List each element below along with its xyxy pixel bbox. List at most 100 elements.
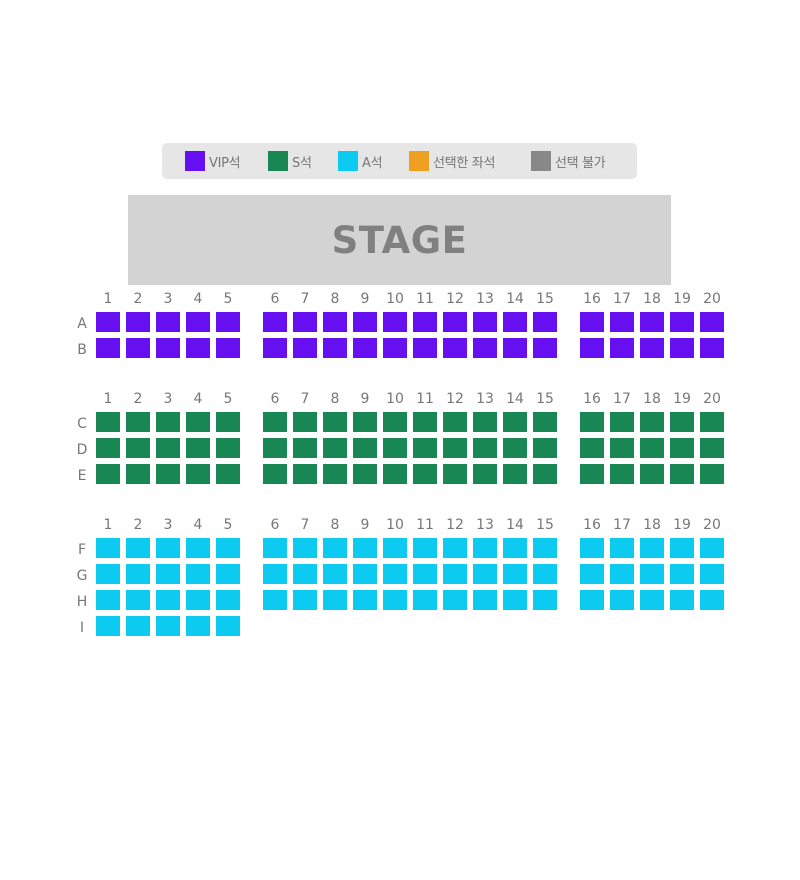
seat-e-10[interactable] bbox=[383, 464, 407, 484]
seat-i-5[interactable] bbox=[216, 616, 240, 636]
seat-d-1[interactable] bbox=[96, 438, 120, 458]
seat-h-12[interactable] bbox=[443, 590, 467, 610]
seat-d-15[interactable] bbox=[533, 438, 557, 458]
seat-f-15[interactable] bbox=[533, 538, 557, 558]
seat-h-10[interactable] bbox=[383, 590, 407, 610]
seat-e-4[interactable] bbox=[186, 464, 210, 484]
seat-c-5[interactable] bbox=[216, 412, 240, 432]
seat-d-5[interactable] bbox=[216, 438, 240, 458]
seat-g-5[interactable] bbox=[216, 564, 240, 584]
seat-c-11[interactable] bbox=[413, 412, 437, 432]
seat-f-19[interactable] bbox=[670, 538, 694, 558]
seat-a-5[interactable] bbox=[216, 312, 240, 332]
seat-c-13[interactable] bbox=[473, 412, 497, 432]
seat-a-11[interactable] bbox=[413, 312, 437, 332]
seat-f-10[interactable] bbox=[383, 538, 407, 558]
seat-c-18[interactable] bbox=[640, 412, 664, 432]
seat-b-14[interactable] bbox=[503, 338, 527, 358]
seat-e-19[interactable] bbox=[670, 464, 694, 484]
seat-b-17[interactable] bbox=[610, 338, 634, 358]
seat-h-17[interactable] bbox=[610, 590, 634, 610]
seat-g-3[interactable] bbox=[156, 564, 180, 584]
seat-f-5[interactable] bbox=[216, 538, 240, 558]
seat-c-19[interactable] bbox=[670, 412, 694, 432]
seat-i-4[interactable] bbox=[186, 616, 210, 636]
seat-e-14[interactable] bbox=[503, 464, 527, 484]
seat-h-19[interactable] bbox=[670, 590, 694, 610]
seat-f-7[interactable] bbox=[293, 538, 317, 558]
seat-c-20[interactable] bbox=[700, 412, 724, 432]
seat-g-9[interactable] bbox=[353, 564, 377, 584]
seat-b-5[interactable] bbox=[216, 338, 240, 358]
seat-h-14[interactable] bbox=[503, 590, 527, 610]
seat-g-11[interactable] bbox=[413, 564, 437, 584]
seat-g-20[interactable] bbox=[700, 564, 724, 584]
seat-g-12[interactable] bbox=[443, 564, 467, 584]
seat-a-14[interactable] bbox=[503, 312, 527, 332]
seat-b-11[interactable] bbox=[413, 338, 437, 358]
seat-a-7[interactable] bbox=[293, 312, 317, 332]
seat-f-1[interactable] bbox=[96, 538, 120, 558]
seat-d-18[interactable] bbox=[640, 438, 664, 458]
seat-f-17[interactable] bbox=[610, 538, 634, 558]
seat-h-11[interactable] bbox=[413, 590, 437, 610]
seat-f-20[interactable] bbox=[700, 538, 724, 558]
seat-g-10[interactable] bbox=[383, 564, 407, 584]
seat-f-8[interactable] bbox=[323, 538, 347, 558]
seat-b-2[interactable] bbox=[126, 338, 150, 358]
seat-f-12[interactable] bbox=[443, 538, 467, 558]
seat-f-18[interactable] bbox=[640, 538, 664, 558]
seat-d-11[interactable] bbox=[413, 438, 437, 458]
seat-f-16[interactable] bbox=[580, 538, 604, 558]
seat-h-6[interactable] bbox=[263, 590, 287, 610]
seat-g-4[interactable] bbox=[186, 564, 210, 584]
seat-g-13[interactable] bbox=[473, 564, 497, 584]
seat-a-20[interactable] bbox=[700, 312, 724, 332]
seat-f-4[interactable] bbox=[186, 538, 210, 558]
seat-f-14[interactable] bbox=[503, 538, 527, 558]
seat-g-14[interactable] bbox=[503, 564, 527, 584]
seat-a-17[interactable] bbox=[610, 312, 634, 332]
seat-h-13[interactable] bbox=[473, 590, 497, 610]
seat-d-10[interactable] bbox=[383, 438, 407, 458]
seat-e-1[interactable] bbox=[96, 464, 120, 484]
seat-h-15[interactable] bbox=[533, 590, 557, 610]
seat-c-15[interactable] bbox=[533, 412, 557, 432]
seat-h-8[interactable] bbox=[323, 590, 347, 610]
seat-c-9[interactable] bbox=[353, 412, 377, 432]
seat-c-1[interactable] bbox=[96, 412, 120, 432]
seat-c-10[interactable] bbox=[383, 412, 407, 432]
seat-h-9[interactable] bbox=[353, 590, 377, 610]
seat-e-16[interactable] bbox=[580, 464, 604, 484]
seat-a-3[interactable] bbox=[156, 312, 180, 332]
seat-b-6[interactable] bbox=[263, 338, 287, 358]
seat-g-15[interactable] bbox=[533, 564, 557, 584]
seat-e-20[interactable] bbox=[700, 464, 724, 484]
seat-a-13[interactable] bbox=[473, 312, 497, 332]
seat-b-12[interactable] bbox=[443, 338, 467, 358]
seat-h-7[interactable] bbox=[293, 590, 317, 610]
seat-a-4[interactable] bbox=[186, 312, 210, 332]
seat-b-16[interactable] bbox=[580, 338, 604, 358]
seat-h-16[interactable] bbox=[580, 590, 604, 610]
seat-h-3[interactable] bbox=[156, 590, 180, 610]
seat-d-19[interactable] bbox=[670, 438, 694, 458]
seat-e-2[interactable] bbox=[126, 464, 150, 484]
seat-c-8[interactable] bbox=[323, 412, 347, 432]
seat-b-7[interactable] bbox=[293, 338, 317, 358]
seat-d-16[interactable] bbox=[580, 438, 604, 458]
seat-c-17[interactable] bbox=[610, 412, 634, 432]
seat-e-3[interactable] bbox=[156, 464, 180, 484]
seat-h-18[interactable] bbox=[640, 590, 664, 610]
seat-c-12[interactable] bbox=[443, 412, 467, 432]
seat-c-4[interactable] bbox=[186, 412, 210, 432]
seat-c-3[interactable] bbox=[156, 412, 180, 432]
seat-c-14[interactable] bbox=[503, 412, 527, 432]
seat-g-2[interactable] bbox=[126, 564, 150, 584]
seat-c-6[interactable] bbox=[263, 412, 287, 432]
seat-d-9[interactable] bbox=[353, 438, 377, 458]
seat-e-5[interactable] bbox=[216, 464, 240, 484]
seat-b-1[interactable] bbox=[96, 338, 120, 358]
seat-e-17[interactable] bbox=[610, 464, 634, 484]
seat-a-18[interactable] bbox=[640, 312, 664, 332]
